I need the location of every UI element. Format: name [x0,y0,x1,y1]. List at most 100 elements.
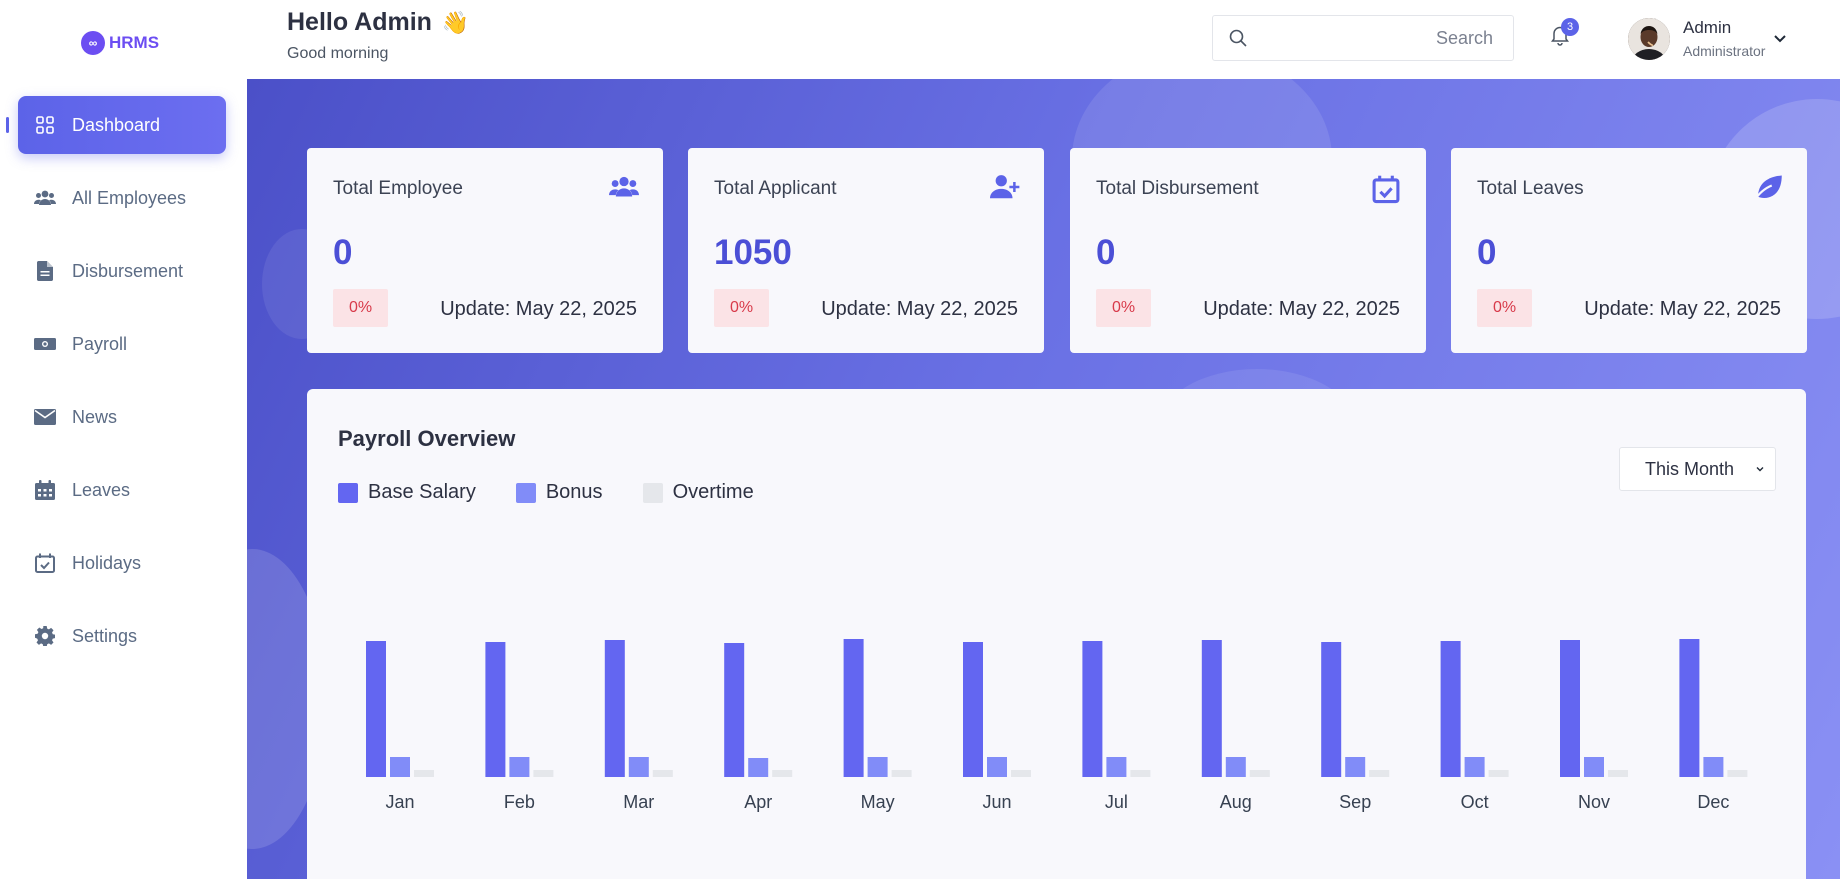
page-title: Hello Admin 👋 [287,8,469,37]
bar-bonus-mar[interactable] [628,757,649,777]
bar-base-salary-jun[interactable] [963,642,983,777]
bar-overtime-jan[interactable] [414,770,434,777]
bar-bonus-jun[interactable] [987,757,1007,777]
bar-base-salary-feb[interactable] [485,642,506,777]
gear-icon [34,625,56,647]
bar-base-salary-may[interactable] [843,639,864,777]
user-plus-icon [990,174,1020,204]
bar-overtime-oct[interactable] [1488,770,1509,777]
legend-swatch [338,482,358,503]
bar-bonus-sep[interactable] [1345,757,1366,777]
bar-overtime-dec[interactable] [1727,770,1748,777]
card-update-date: Update: May 22, 2025 [440,298,637,320]
wave-emoji: 👋 [441,9,470,35]
bar-bonus-may[interactable] [867,757,888,777]
bar-bonus-jan[interactable] [390,757,410,777]
sidebar-item-label: Payroll [72,333,128,354]
leaf-icon [1753,174,1783,204]
sidebar-item-disbursement[interactable]: Disbursement [18,242,226,300]
sidebar-item-dashboard[interactable]: Dashboard [18,96,226,154]
card-update-date: Update: May 22, 2025 [1203,298,1400,320]
card-title: Total Disbursement [1096,178,1259,199]
legend-label: Bonus [545,481,603,503]
sidebar-item-label: Disbursement [72,260,184,281]
notification-badge: 3 [1561,18,1579,36]
x-tick-label: Feb [504,792,535,812]
bar-overtime-jun[interactable] [1011,770,1031,777]
x-tick-label: Nov [1578,792,1610,812]
grid-icon [34,114,56,136]
bar-overtime-nov[interactable] [1608,770,1628,777]
x-tick-label: Mar [623,792,654,812]
bar-overtime-may[interactable] [891,770,912,777]
bar-base-salary-dec[interactable] [1679,639,1700,777]
bar-overtime-aug[interactable] [1249,770,1270,777]
payroll-bar-chart: Jan Feb Mar Apr May Jun Jul Aug Sep Oct Nov Dec [366,639,1748,812]
card-value: 0 [1477,233,1497,272]
search-input[interactable] [1247,27,1493,49]
kpi-card-total-employee[interactable]: Total Employee 0 0% Update: May 22, 2025 [307,148,663,353]
payroll-overview-panel: Jan Feb Mar Apr May Jun Jul Aug Sep Oct Nov Dec Pay… [307,389,1806,879]
bar-base-salary-sep[interactable] [1321,642,1342,777]
sidebar-item-leaves[interactable]: Leaves [18,461,226,519]
card-update-date: Update: May 22, 2025 [1584,298,1781,320]
panel-title: Payroll Overview [338,426,516,451]
bar-overtime-sep[interactable] [1369,770,1390,777]
greeting-title: Hello Admin [287,8,432,36]
bar-bonus-feb[interactable] [509,757,530,777]
sidebar-item-all-employees[interactable]: All Employees [18,169,226,227]
legend-item-bonus[interactable]: Bonus [515,481,603,504]
legend-item-base-salary[interactable]: Base Salary [338,481,476,504]
bar-bonus-jul[interactable] [1106,757,1127,777]
user-role: Administrator [1683,43,1766,59]
chevron-down-icon[interactable] [1772,30,1788,46]
card-value: 0 [1096,233,1116,272]
bar-overtime-jul[interactable] [1130,770,1151,777]
bar-base-salary-apr[interactable] [724,643,745,777]
kpi-card-total-disbursement[interactable]: Total Disbursement 0 0% Update: May 22, … [1070,148,1426,353]
sidebar-item-holidays[interactable]: Holidays [18,534,226,592]
kpi-card-total-leaves[interactable]: Total Leaves 0 0% Update: May 22, 2025 [1451,148,1807,353]
bar-overtime-apr[interactable] [772,770,793,777]
avatar[interactable] [1628,18,1670,60]
sidebar-item-settings[interactable]: Settings [18,607,226,665]
x-tick-label: Apr [744,792,772,812]
x-tick-label: May [861,792,895,812]
chevron-down-icon [1755,464,1765,474]
bar-overtime-feb[interactable] [533,770,554,777]
sidebar-item-label: Leaves [72,479,131,500]
sidebar-item-label: Holidays [72,552,142,573]
card-title: Total Employee [333,178,463,199]
kpi-card-total-applicant[interactable]: Total Applicant 1050 0% Update: May 22, … [688,148,1044,353]
period-select-value: This Month [1645,458,1735,479]
bar-base-salary-nov[interactable] [1560,640,1580,777]
bar-bonus-apr[interactable] [748,758,769,777]
x-tick-label: Jul [1105,792,1128,812]
card-update-date: Update: May 22, 2025 [821,298,1018,320]
card-value: 0 [333,233,353,272]
bar-base-salary-aug[interactable] [1201,640,1222,777]
sidebar-nav: Dashboard All Employees Disbursement Pay… [0,96,247,680]
bar-base-salary-mar[interactable] [604,640,625,777]
bar-base-salary-jul[interactable] [1082,641,1103,777]
x-tick-label: Jan [385,792,414,812]
users-icon [34,187,56,209]
money-icon [34,333,56,355]
card-title: Total Applicant [714,178,837,199]
change-badge: 0% [333,289,388,327]
bar-bonus-nov[interactable] [1584,757,1604,777]
bar-base-salary-jan[interactable] [366,641,386,777]
bar-overtime-mar[interactable] [652,770,673,777]
sidebar-item-news[interactable]: News [18,388,226,446]
app-logo[interactable]: ∞ HRMS [81,31,159,55]
search-box[interactable] [1212,15,1514,61]
logo-badge: ∞ [81,31,105,55]
sidebar-item-payroll[interactable]: Payroll [18,315,226,373]
legend-item-overtime[interactable]: Overtime [642,481,754,504]
chart-legend: Base Salary Bonus Overtime [338,481,754,504]
bar-base-salary-oct[interactable] [1440,641,1461,777]
bar-bonus-dec[interactable] [1703,757,1724,777]
bar-bonus-aug[interactable] [1225,757,1246,777]
period-select[interactable]: This Month [1619,447,1776,491]
bar-bonus-oct[interactable] [1464,757,1485,777]
